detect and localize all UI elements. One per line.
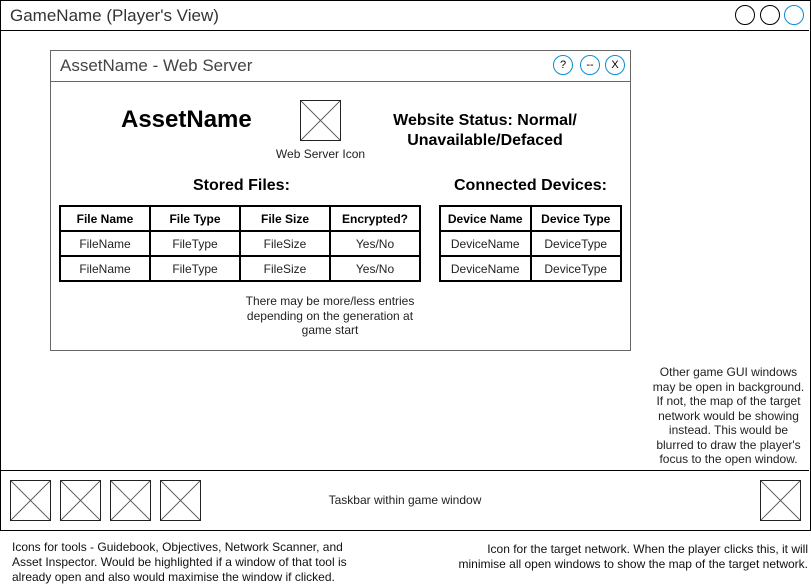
window-control-2[interactable]	[760, 5, 780, 25]
target-network-icon[interactable]	[760, 480, 801, 521]
column-header: Device Type	[529, 205, 622, 232]
asset-window-title: AssetName - Web Server	[60, 56, 253, 75]
network-scanner-tool-icon[interactable]	[110, 480, 151, 521]
table-cell: FileName	[59, 230, 151, 257]
background-note: Other game GUI windows may be open in ba…	[646, 365, 811, 467]
note-line: Asset Inspector. Would be highlighted if…	[12, 555, 347, 569]
asset-name: AssetName	[121, 106, 252, 133]
table-cell: Yes/No	[329, 230, 421, 257]
note-line: There may be more/less entries	[245, 294, 415, 308]
note-line: minimise all open windows to show the ma…	[458, 557, 808, 571]
note-line: Other game GUI windows	[659, 365, 798, 379]
table-cell: Yes/No	[329, 255, 421, 282]
guidebook-tool-icon[interactable]	[10, 480, 51, 521]
note-line: blurred to draw the player's	[656, 437, 801, 452]
table-header-row: File Name File Type File Size Encrypted?	[59, 205, 421, 232]
note-line: depending on the generation at	[246, 308, 414, 323]
note-line: Icon for the target network. When the pl…	[487, 542, 808, 556]
table-header-row: Device Name Device Type	[439, 205, 622, 232]
status-line-1: Website Status: Normal/	[393, 112, 577, 129]
game-titlebar: GameName (Player's View)	[0, 0, 809, 31]
table-row[interactable]: DeviceName DeviceType	[439, 230, 622, 257]
table-cell: DeviceName	[439, 255, 532, 282]
network-note: Icon for the target network. When the pl…	[440, 542, 808, 572]
table-cell: FileType	[149, 255, 241, 282]
note-line: network would be showing	[658, 408, 799, 423]
column-header: Device Name	[439, 205, 532, 232]
help-button[interactable]: ?	[553, 55, 573, 75]
window-control-1[interactable]	[735, 5, 755, 25]
column-header: File Name	[59, 205, 151, 232]
taskbar-label: Taskbar within game window	[328, 493, 482, 507]
table-cell: DeviceType	[529, 230, 622, 257]
column-header: File Size	[239, 205, 331, 232]
stored-files-heading: Stored Files:	[193, 177, 290, 194]
note-line: may be open in background.	[652, 379, 805, 394]
game-title: GameName (Player's View)	[10, 6, 219, 25]
connected-devices-heading: Connected Devices:	[454, 177, 607, 194]
note-line: instead. This would be	[668, 423, 789, 437]
stored-files-table: File Name File Type File Size Encrypted?…	[59, 205, 421, 282]
note-line: game start	[301, 323, 359, 337]
table-cell: FileName	[59, 255, 151, 282]
minimise-button[interactable]: --	[580, 55, 600, 75]
table-cell: FileType	[149, 230, 241, 257]
table-row[interactable]: FileName FileType FileSize Yes/No	[59, 230, 421, 257]
note-line: focus to the open window.	[659, 452, 798, 466]
note-line: If not, the map of the target	[656, 394, 801, 408]
note-line: Icons for tools - Guidebook, Objectives,…	[12, 540, 343, 554]
asset-inspector-tool-icon[interactable]	[160, 480, 201, 521]
table-row[interactable]: DeviceName DeviceType	[439, 255, 622, 282]
tools-note: Icons for tools - Guidebook, Objectives,…	[12, 540, 372, 585]
table-cell: DeviceName	[439, 230, 532, 257]
table-cell: DeviceType	[529, 255, 622, 282]
column-header: Encrypted?	[329, 205, 421, 232]
asset-window-titlebar: AssetName - Web Server ? -- X	[51, 51, 630, 82]
close-button[interactable]: X	[605, 55, 625, 75]
connected-devices-table: Device Name Device Type DeviceName Devic…	[439, 205, 622, 282]
note-line: already open and also would maximise the…	[12, 570, 335, 584]
column-header: File Type	[149, 205, 241, 232]
window-control-3[interactable]	[784, 5, 804, 25]
table-cell: FileSize	[239, 230, 331, 257]
status-line-2: Unavailable/Defaced	[407, 132, 563, 149]
entries-note: There may be more/less entries depending…	[230, 294, 430, 338]
table-cell: FileSize	[239, 255, 331, 282]
website-status: Website Status: Normal/ Unavailable/Defa…	[380, 111, 590, 151]
objectives-tool-icon[interactable]	[60, 480, 101, 521]
table-row[interactable]: FileName FileType FileSize Yes/No	[59, 255, 421, 282]
icon-caption: Web Server Icon	[275, 147, 366, 161]
web-server-icon	[300, 100, 341, 141]
